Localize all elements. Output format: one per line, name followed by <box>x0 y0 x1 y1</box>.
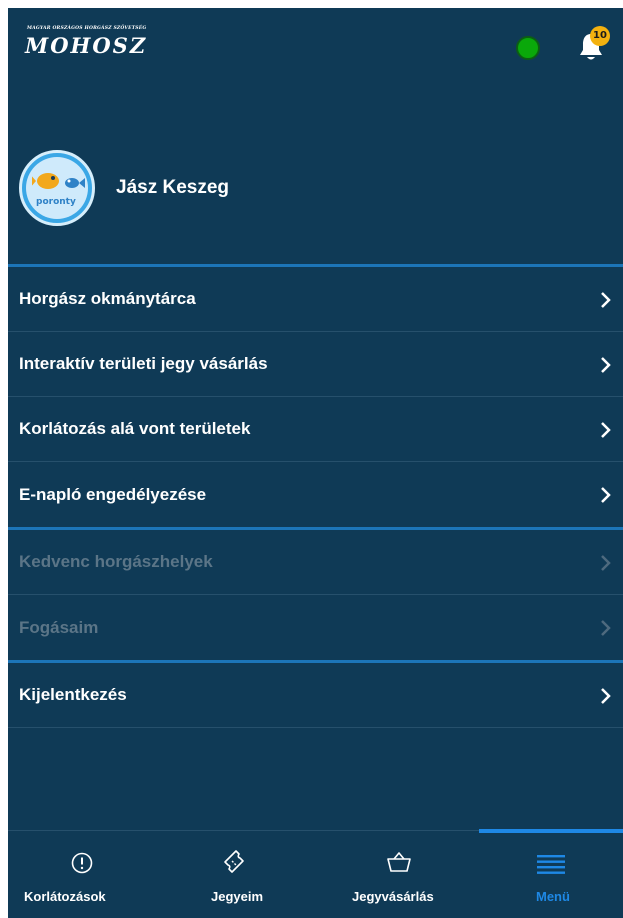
chevron-right-icon <box>601 357 611 373</box>
menu-item-label: Kedvenc horgászhelyek <box>19 552 213 571</box>
chevron-right-icon <box>601 487 611 503</box>
fish-logo-icon <box>32 173 85 189</box>
user-profile[interactable]: poronty Jász Keszeg <box>19 150 419 226</box>
nav-label: Menü <box>536 889 570 904</box>
notification-count-badge: 10 <box>590 26 610 46</box>
menu-item-label: Interaktív területi jegy vásárlás <box>19 354 268 373</box>
logo-text: MOHOSZ <box>25 33 148 58</box>
app-container: Magyar Országos Horgász Szövetség MOHOSZ… <box>8 8 623 918</box>
nav-label: Jegyvásárlás <box>352 889 434 904</box>
chevron-right-icon <box>601 620 611 636</box>
mohosz-logo[interactable]: Magyar Országos Horgász Szövetség MOHOSZ <box>25 26 165 62</box>
nav-label: Korlátozások <box>24 889 106 904</box>
nav-tab-jegyeim[interactable]: Jegyeim <box>188 831 308 918</box>
menu-icon <box>537 855 565 874</box>
avatar-brand-text: poronty <box>36 197 76 207</box>
main-menu: Horgász okmánytárca Interaktív területi … <box>8 264 623 728</box>
menu-item-label: Fogásaim <box>19 617 99 637</box>
menu-item-korlatozas[interactable]: Korlátozás alá vont területek <box>8 397 623 462</box>
ticket-icon <box>224 850 244 873</box>
menu-item-label: E-napló engedélyezése <box>19 484 207 504</box>
bottom-navigation: Korlátozások Jegyeim Jegyvásárlás Menü <box>8 829 623 918</box>
nav-tab-menu[interactable]: Menü <box>479 831 623 918</box>
chevron-right-icon <box>601 292 611 308</box>
notifications-button[interactable]: 10 <box>576 26 610 66</box>
basket-icon <box>387 852 411 872</box>
nav-tab-jegyvasarlas[interactable]: Jegyvásárlás <box>338 831 478 918</box>
chevron-right-icon <box>601 555 611 571</box>
menu-item-label: Horgász okmánytárca <box>19 289 196 308</box>
menu-item-teruleti-jegy[interactable]: Interaktív területi jegy vásárlás <box>8 332 623 397</box>
menu-item-okmanytarca[interactable]: Horgász okmánytárca <box>8 267 623 332</box>
menu-item-kijelentkezes[interactable]: Kijelentkezés <box>8 663 623 728</box>
alert-circle-icon <box>71 852 93 874</box>
menu-item-label: Kijelentkezés <box>19 685 127 704</box>
nav-label: Jegyeim <box>211 889 264 904</box>
connection-status-icon <box>516 36 540 60</box>
chevron-right-icon <box>601 422 611 438</box>
chevron-right-icon <box>601 688 611 704</box>
menu-item-fogasaim[interactable]: Fogásaim <box>8 595 623 660</box>
nav-tab-korlatozasok[interactable]: Korlátozások <box>8 831 156 918</box>
avatar: poronty <box>19 150 95 226</box>
user-name: Jász Keszeg <box>116 177 230 198</box>
menu-item-e-naplo[interactable]: E-napló engedélyezése <box>8 462 623 527</box>
menu-item-kedvenc-horgaszhelyek[interactable]: Kedvenc horgászhelyek <box>8 530 623 595</box>
logo-tagline: Magyar Országos Horgász Szövetség <box>27 26 147 31</box>
app-header: Magyar Országos Horgász Szövetség MOHOSZ… <box>8 8 623 86</box>
menu-item-label: Korlátozás alá vont területek <box>19 419 251 438</box>
